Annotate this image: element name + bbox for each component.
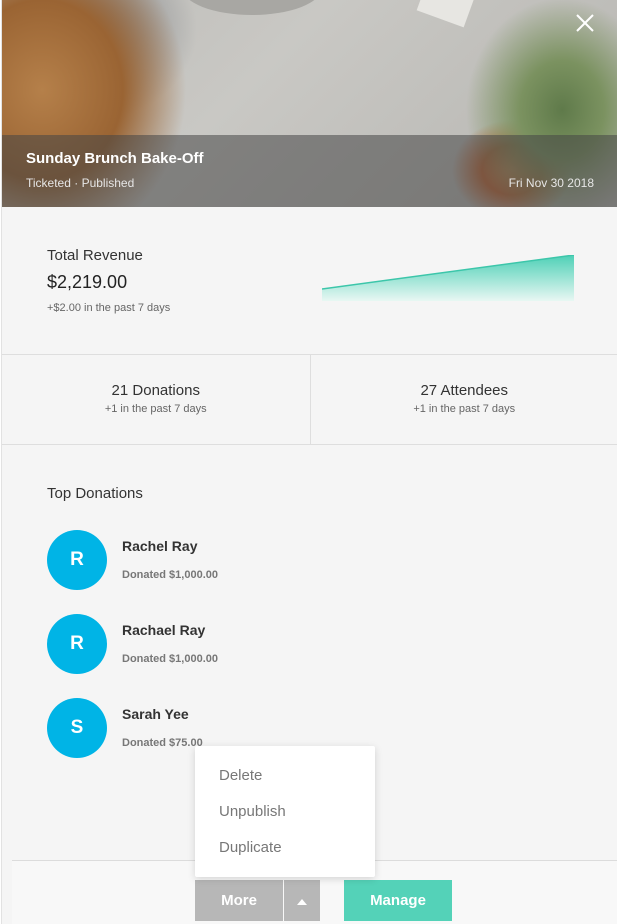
revenue-delta: +$2.00 in the past 7 days bbox=[47, 302, 171, 314]
avatar: R bbox=[47, 614, 107, 674]
hero-caption-overlay bbox=[2, 135, 617, 207]
stats-row: 21 Donations +1 in the past 7 days 27 At… bbox=[2, 355, 617, 445]
event-title: Sunday Brunch Bake-Off bbox=[26, 150, 204, 167]
more-menu: Delete Unpublish Duplicate bbox=[195, 746, 375, 877]
donor-amount: Donated $75.00 bbox=[122, 737, 203, 749]
attendees-delta: +1 in the past 7 days bbox=[413, 403, 516, 415]
revenue-label: Total Revenue bbox=[47, 247, 143, 264]
donor-item[interactable]: R Rachael Ray Donated $1,000.00 bbox=[47, 614, 447, 674]
revenue-sparkline bbox=[322, 255, 574, 301]
top-donations-heading: Top Donations bbox=[47, 485, 143, 502]
donor-name: Rachel Ray bbox=[122, 538, 198, 554]
more-button[interactable]: More bbox=[195, 880, 283, 921]
event-hero-image: Sunday Brunch Bake-Off Ticketed · Publis… bbox=[2, 0, 617, 207]
manage-button[interactable]: Manage bbox=[344, 880, 452, 921]
donations-stat[interactable]: 21 Donations +1 in the past 7 days bbox=[2, 355, 310, 444]
donor-amount: Donated $1,000.00 bbox=[122, 569, 218, 581]
donor-name: Rachael Ray bbox=[122, 622, 206, 638]
menu-item-duplicate[interactable]: Duplicate bbox=[195, 830, 375, 866]
menu-item-delete[interactable]: Delete bbox=[195, 758, 375, 794]
donations-delta: +1 in the past 7 days bbox=[104, 403, 207, 415]
revenue-amount: $2,219.00 bbox=[47, 272, 128, 292]
revenue-section: Total Revenue $2,219.00 +$2.00 in the pa… bbox=[2, 207, 617, 355]
donor-amount: Donated $1,000.00 bbox=[122, 653, 218, 665]
donor-item[interactable]: R Rachel Ray Donated $1,000.00 bbox=[47, 530, 447, 590]
attendees-stat[interactable]: 27 Attendees +1 in the past 7 days bbox=[309, 355, 617, 444]
event-panel: Sunday Brunch Bake-Off Ticketed · Publis… bbox=[1, 0, 617, 924]
menu-item-unpublish[interactable]: Unpublish bbox=[195, 794, 375, 830]
event-date: Fri Nov 30 2018 bbox=[508, 176, 594, 190]
close-icon[interactable] bbox=[574, 12, 596, 34]
hero-cloth-decoration bbox=[416, 0, 478, 28]
donor-name: Sarah Yee bbox=[122, 706, 189, 722]
caret-up-icon bbox=[297, 893, 307, 908]
event-status: Ticketed · Published bbox=[26, 176, 135, 190]
more-dropdown-toggle[interactable] bbox=[284, 880, 320, 921]
hero-bowl-decoration bbox=[182, 0, 322, 15]
donations-count: 21 Donations bbox=[111, 382, 200, 399]
avatar: R bbox=[47, 530, 107, 590]
avatar: S bbox=[47, 698, 107, 758]
attendees-count: 27 Attendees bbox=[420, 382, 509, 399]
